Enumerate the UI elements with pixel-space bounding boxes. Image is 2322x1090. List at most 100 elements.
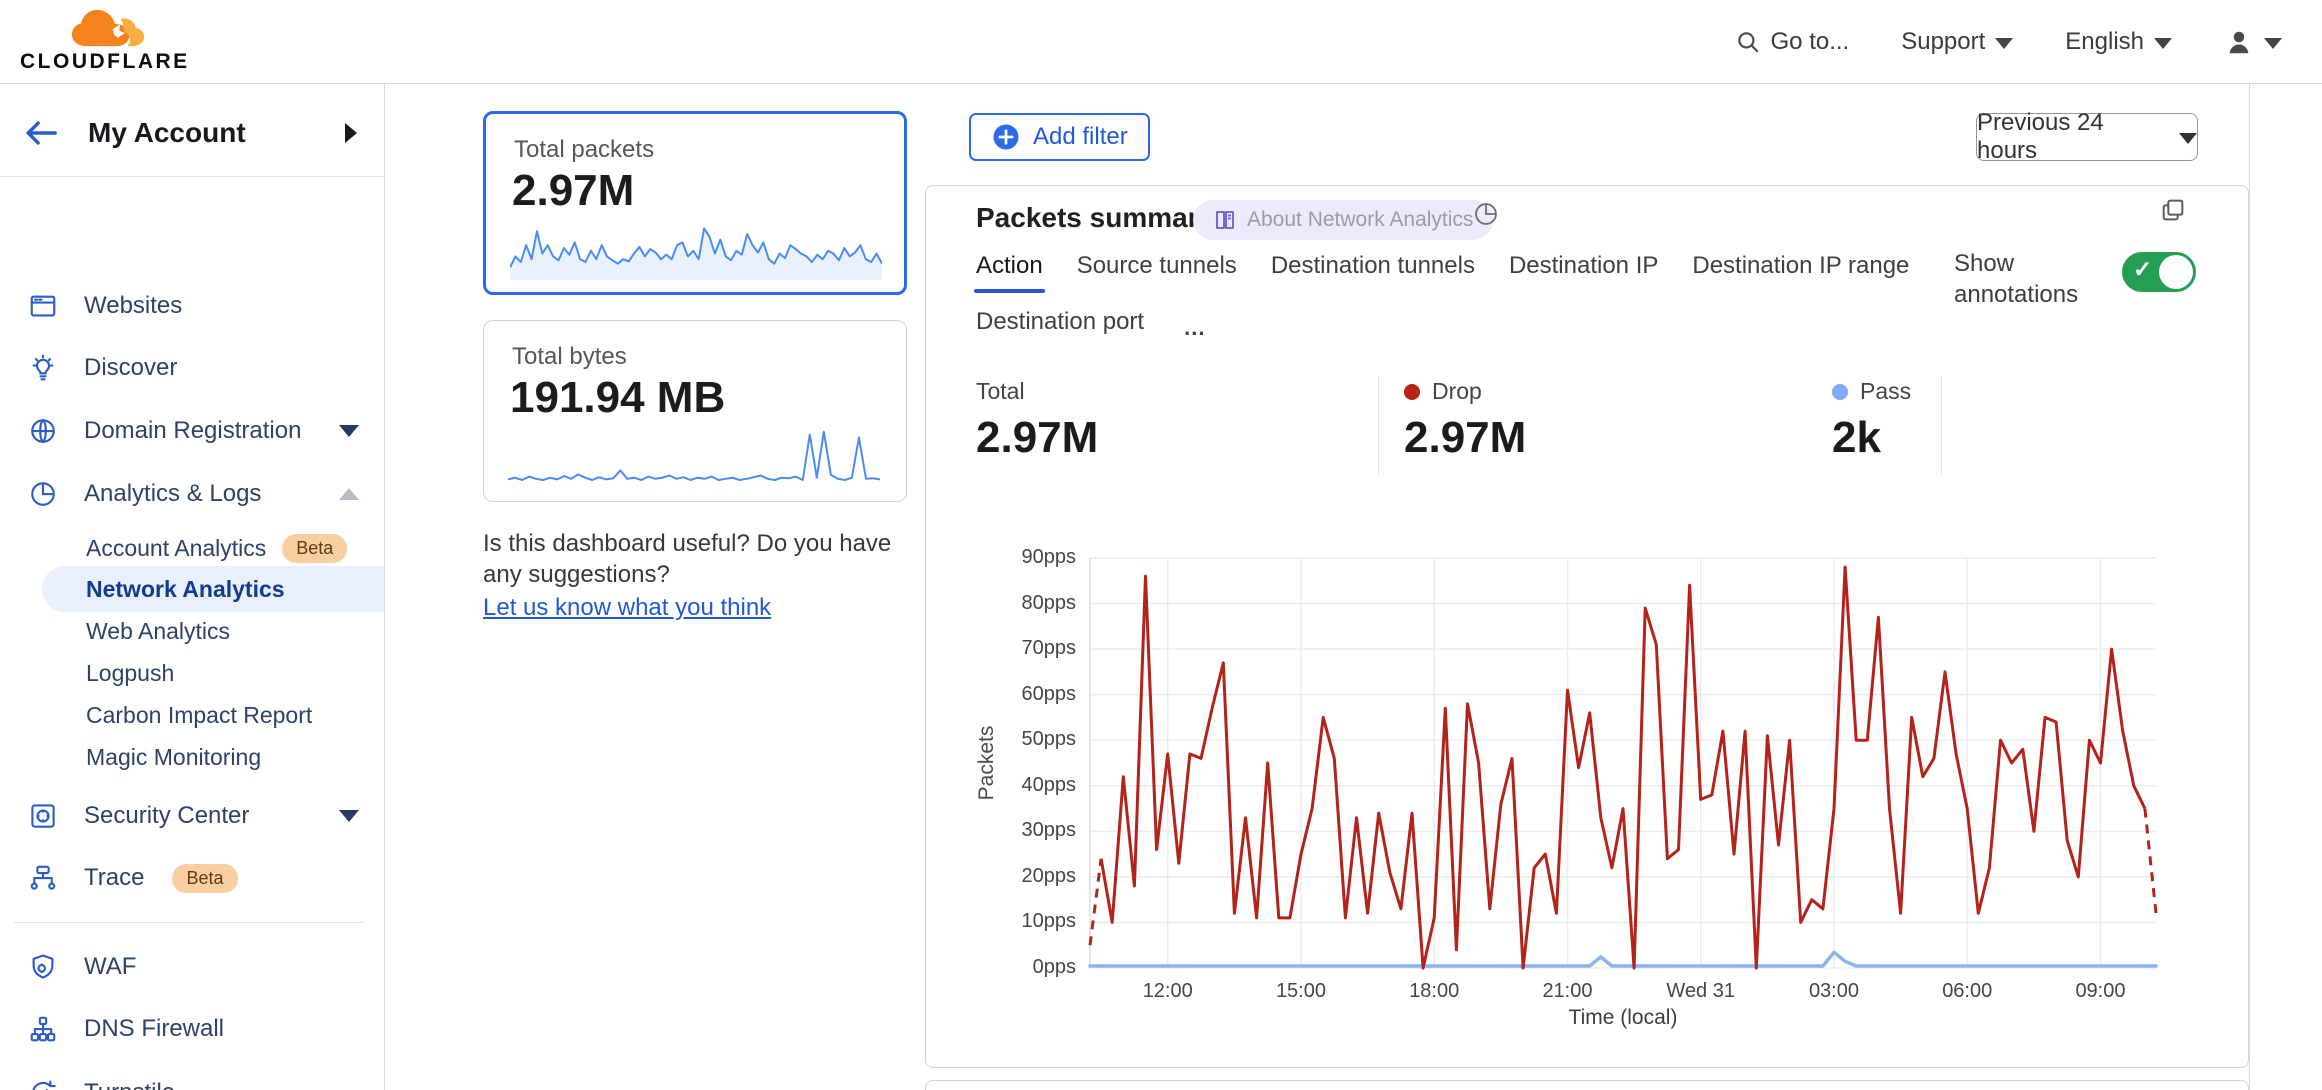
cloudflare-cloud-icon (60, 6, 164, 50)
check-icon: ✓ (2133, 256, 2152, 283)
pie-chart-icon (28, 479, 58, 509)
metric-label: Total packets (514, 136, 654, 164)
sidebar-item-websites[interactable]: Websites (0, 280, 385, 332)
sidebar-item-label: Turnstile (84, 1079, 175, 1090)
sidebar-item-label: Security Center (84, 802, 249, 830)
add-filter-button[interactable]: Add filter (969, 113, 1150, 161)
chevron-right-icon[interactable] (345, 123, 357, 143)
sidebar-item-network-analytics[interactable]: Network Analytics (42, 566, 385, 612)
sidebar-item-domain-registration[interactable]: Domain Registration (0, 405, 385, 457)
time-range-dropdown[interactable]: Previous 24 hours (1976, 113, 2198, 161)
metric-label: Total bytes (512, 343, 627, 371)
sidebar-item-analytics-logs[interactable]: Analytics & Logs (0, 468, 385, 520)
x-tick-label: 15:00 (1231, 980, 1371, 1003)
sidebar-item-label: DNS Firewall (84, 1015, 224, 1043)
sidebar-item-carbon-impact-report[interactable]: Carbon Impact Report (0, 693, 385, 737)
sidebar-item-turnstile[interactable]: Turnstile (0, 1067, 385, 1090)
top-nav: CLOUDFLARE Go to... Support English (0, 0, 2322, 84)
cloudflare-logo[interactable]: CLOUDFLARE (18, 2, 198, 82)
sidebar-item-discover[interactable]: Discover (0, 342, 385, 394)
tab-destination-ip[interactable]: Destination IP (1509, 252, 1658, 292)
copy-icon[interactable] (2159, 196, 2187, 224)
y-tick-label: 40pps (1022, 774, 1077, 800)
tab-destination-tunnels[interactable]: Destination tunnels (1271, 252, 1475, 292)
x-tick-label: 12:00 (1098, 980, 1238, 1003)
dimension-tabs-row2: Destination port ... (976, 308, 1205, 348)
tab-action[interactable]: Action (976, 252, 1043, 292)
trace-icon (28, 863, 58, 893)
feedback-link[interactable]: Let us know what you think (483, 592, 771, 623)
lightbulb-icon (28, 353, 58, 383)
tab-destination-port[interactable]: Destination port (976, 308, 1144, 348)
packets-sparkline-chart (510, 216, 882, 280)
bytes-sparkline-chart (508, 425, 880, 489)
sidebar-item-logpush[interactable]: Logpush (0, 651, 385, 695)
feedback-question: Is this dashboard useful? Do you have an… (483, 530, 891, 588)
panel-title: Packets summary (976, 202, 1214, 234)
sidebar-item-dns-firewall[interactable]: DNS Firewall (0, 1003, 385, 1055)
stat-value: 2.97M (976, 413, 1098, 463)
tab-source-tunnels[interactable]: Source tunnels (1077, 252, 1237, 292)
support-menu[interactable]: Support (1901, 28, 2013, 56)
stat-drop: Drop 2.97M (1404, 378, 1526, 463)
chevron-up-icon (339, 488, 359, 500)
sidebar-item-label: Web Analytics (86, 618, 230, 645)
metric-card-total-packets[interactable]: Total packets 2.97M (483, 111, 907, 295)
y-tick-label: 60pps (1022, 683, 1077, 709)
sidebar-item-magic-monitoring[interactable]: Magic Monitoring (0, 735, 385, 779)
goto-search[interactable]: Go to... (1735, 28, 1850, 56)
account-name[interactable]: My Account (88, 117, 246, 149)
sidebar-item-label: Account Analytics (86, 535, 266, 562)
sidebar-item-waf[interactable]: WAF (0, 941, 385, 993)
refresh-check-icon (28, 1078, 58, 1090)
x-tick-label: 06:00 (1897, 980, 2037, 1003)
stat-label: Total (976, 378, 1025, 405)
stat-pass: Pass 2k (1832, 378, 1911, 463)
tab-destination-ip-range[interactable]: Destination IP range (1692, 252, 1909, 292)
tabs-overflow-ellipsis[interactable]: ... (1184, 323, 1205, 333)
add-filter-label: Add filter (1033, 123, 1128, 151)
pie-mini-icon[interactable] (1472, 200, 1500, 228)
annotations-toggle[interactable]: ✓ (2122, 252, 2196, 292)
back-arrow-icon[interactable] (24, 120, 58, 146)
sidebar-item-label: Carbon Impact Report (86, 702, 312, 729)
sidebar-item-label: WAF (84, 953, 136, 981)
next-panel-partial (925, 1080, 2249, 1090)
sidebar-item-label: Domain Registration (84, 417, 301, 445)
about-badge-label: About Network Analytics (1247, 208, 1473, 232)
stat-divider (1941, 376, 1942, 474)
y-tick-label: 80pps (1022, 592, 1077, 618)
time-range-label: Previous 24 hours (1977, 109, 2165, 165)
globe-icon (28, 416, 58, 446)
packets-line-chart (1090, 558, 2156, 968)
feedback-block: Is this dashboard useful? Do you have an… (483, 528, 935, 623)
account-header: My Account (0, 108, 385, 158)
sidebar-item-trace[interactable]: Trace Beta (0, 852, 385, 904)
metric-card-total-bytes[interactable]: Total bytes 191.94 MB (483, 320, 907, 502)
x-tick-label: 09:00 (2030, 980, 2170, 1003)
about-network-analytics-chip[interactable]: About Network Analytics (1193, 200, 1493, 240)
stat-total: Total 2.97M (976, 378, 1098, 463)
content-right-rule (2249, 84, 2250, 1090)
sidebar-item-account-analytics[interactable]: Account Analytics Beta (0, 526, 385, 570)
language-menu[interactable]: English (2065, 28, 2172, 56)
toggle-knob (2159, 255, 2193, 289)
stat-value: 2.97M (1404, 413, 1526, 463)
y-axis-ticks: 0pps10pps20pps30pps40pps50pps60pps70pps8… (956, 558, 1076, 968)
chevron-down-icon (339, 810, 359, 822)
stat-value: 2k (1832, 413, 1911, 463)
chevron-down-icon (2264, 38, 2282, 49)
show-annotations-label: Show annotations (1954, 248, 2104, 310)
drop-dot (1404, 384, 1420, 400)
sidebar-item-web-analytics[interactable]: Web Analytics (0, 609, 385, 653)
shield-gear-icon (28, 952, 58, 982)
chevron-down-icon (2154, 38, 2172, 49)
beta-badge: Beta (282, 534, 347, 563)
y-tick-label: 90pps (1022, 546, 1077, 572)
x-axis-title: Time (local) (1090, 1006, 2156, 1030)
sidebar-item-security-center[interactable]: Security Center (0, 790, 385, 842)
sitemap-icon (28, 1014, 58, 1044)
sidebar-item-label: Websites (84, 292, 182, 320)
x-tick-label: 21:00 (1497, 980, 1637, 1003)
account-menu[interactable] (2224, 27, 2282, 57)
